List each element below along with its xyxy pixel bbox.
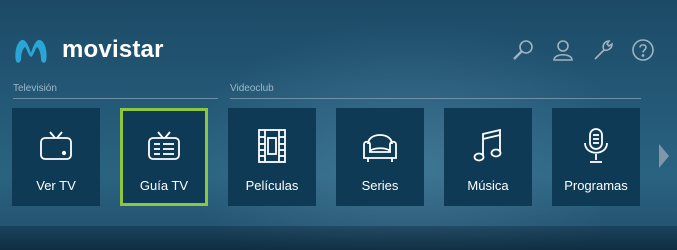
section-divider-television [13, 98, 218, 99]
settings-wrench-icon[interactable] [589, 36, 617, 64]
movistar-m-icon [15, 39, 47, 63]
brand-name: movistar [62, 36, 164, 63]
tile-series[interactable]: Series [336, 108, 424, 206]
tile-peliculas[interactable]: Películas [228, 108, 316, 206]
top-toolbar [509, 36, 657, 64]
tile-guia-tv[interactable]: Guía TV [120, 108, 208, 206]
tile-label: Ver TV [36, 178, 76, 193]
section-label-videoclub: Videoclub [230, 83, 274, 94]
tile-musica[interactable]: Música [444, 108, 532, 206]
tile-label: Películas [245, 178, 299, 193]
armchair-icon [360, 128, 400, 164]
microphone-icon [581, 128, 611, 164]
help-icon[interactable] [629, 36, 657, 64]
music-note-icon [472, 128, 504, 164]
bottom-bar [0, 226, 677, 250]
tile-programas[interactable]: Programas [552, 108, 640, 206]
search-icon[interactable] [509, 36, 537, 64]
tile-label: Programas [564, 178, 628, 193]
movistar-logo: movistar [12, 32, 164, 68]
user-icon[interactable] [549, 36, 577, 64]
film-icon [256, 128, 288, 164]
tile-label: Guía TV [139, 178, 189, 193]
section-divider-videoclub [230, 98, 641, 99]
tile-label: Series [361, 178, 399, 193]
tile-ver-tv[interactable]: Ver TV [12, 108, 100, 206]
next-arrow-icon[interactable] [659, 144, 669, 168]
tv-icon [39, 128, 73, 164]
tile-label: Música [467, 178, 509, 193]
tv-guide-icon [147, 128, 181, 164]
section-label-television: Televisión [13, 83, 57, 94]
